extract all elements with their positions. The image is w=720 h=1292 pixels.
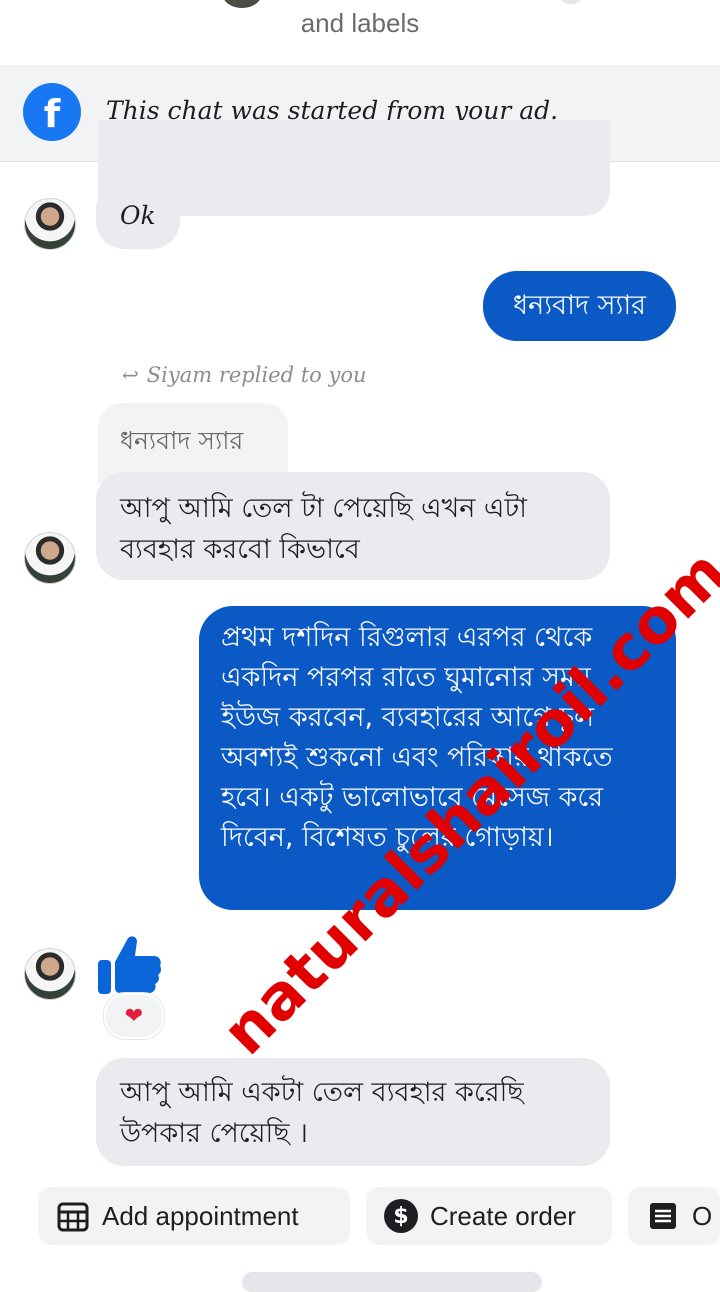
reply-notice: ↩ Siyam replied to you [122, 363, 367, 387]
add-appointment-button[interactable]: Add appointment [38, 1187, 350, 1245]
heart-icon[interactable]: ❤ [104, 993, 164, 1039]
incoming-message-last[interactable]: আপু আমি একটা তেল ব্যবহার করেছি উপকার পেয… [96, 1058, 610, 1166]
add-appointment-label: Add appointment [102, 1200, 299, 1231]
create-order-button[interactable]: $ Create order [366, 1187, 612, 1245]
create-order-label: Create order [430, 1200, 576, 1231]
dollar-icon: $ [384, 1199, 418, 1233]
calendar-icon [56, 1199, 90, 1233]
incoming-message-ok[interactable]: Ok [96, 181, 180, 249]
header-subtitle[interactable]: and labels [0, 8, 720, 39]
contact-avatar [222, 0, 262, 8]
more-action-button[interactable]: O [628, 1187, 720, 1245]
sender-avatar[interactable] [24, 948, 76, 1000]
list-icon [646, 1199, 680, 1233]
quoted-message[interactable]: ধন্যবাদ স্যার [98, 403, 288, 483]
reply-notice-text: Siyam replied to you [146, 363, 367, 387]
header-icon[interactable] [560, 0, 582, 4]
sender-avatar[interactable] [24, 532, 76, 584]
outgoing-message-thanks[interactable]: ধন্যবাদ স্যার [483, 271, 676, 341]
facebook-icon: f [23, 83, 81, 141]
composer-edge[interactable] [242, 1272, 542, 1292]
reply-arrow-icon: ↩ [122, 363, 139, 387]
thumbs-up-icon[interactable] [96, 932, 162, 996]
sender-avatar[interactable] [24, 198, 76, 250]
more-action-label: O [692, 1200, 713, 1231]
incoming-message-reply[interactable]: আপু আমি তেল টা পেয়েছি এখন এটা ব্যবহার ক… [96, 472, 610, 580]
